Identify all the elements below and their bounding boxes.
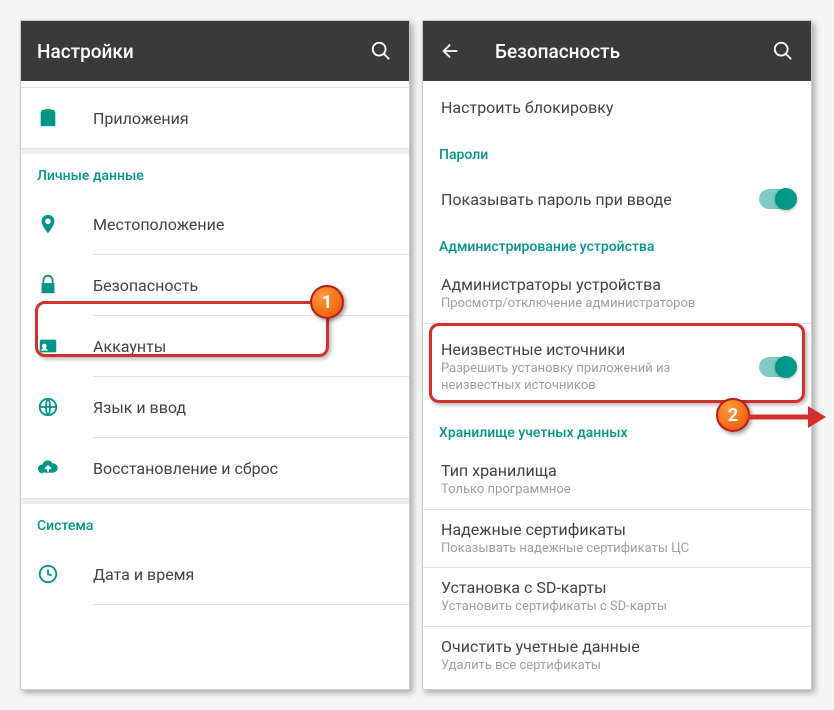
section-admin: Администрирование устройства [423,225,811,265]
globe-icon [37,396,93,418]
section-personal-data: Личные данные [21,154,409,194]
settings-item-backup[interactable]: Восстановление и сброс [21,438,409,498]
item-device-admins[interactable]: Администраторы устройства Просмотр/отклю… [423,265,811,323]
section-credentials: Хранилище учетных данных [423,411,811,451]
settings-item-security[interactable]: Безопасность [21,255,409,315]
unknown-sources-toggle[interactable] [759,357,795,377]
appbar: Настройки [21,21,409,81]
item-unknown-sources[interactable]: Неизвестные источники Разрешить установк… [423,324,811,411]
security-screen: Безопасность Настроить блокировку Пароли… [422,20,812,690]
settings-item-apps[interactable]: Приложения [21,88,409,148]
item-install-sd[interactable]: Установка с SD-карты Установить сертифик… [423,568,811,626]
item-show-password[interactable]: Показывать пароль при вводе [423,173,811,225]
show-password-toggle[interactable] [759,189,795,209]
appbar-title: Настройки [37,40,369,63]
back-icon[interactable] [439,39,463,63]
appbar-title: Безопасность [495,40,771,63]
item-storage-type[interactable]: Тип хранилища Только программное [423,451,811,509]
section-passwords: Пароли [423,133,811,173]
clock-icon [37,563,93,585]
backup-icon [37,457,93,479]
settings-item-accounts[interactable]: Аккаунты [21,316,409,376]
item-clear-creds[interactable]: Очистить учетные данные Удалить все серт… [423,627,811,685]
section-system: Система [21,504,409,544]
search-icon[interactable] [369,39,393,63]
settings-item-language[interactable]: Язык и ввод [21,377,409,437]
item-trusted-certs[interactable]: Надежные сертификаты Показывать надежные… [423,510,811,568]
lock-icon [37,274,93,296]
location-icon [37,213,93,235]
apps-icon [37,107,93,129]
settings-item-datetime[interactable]: Дата и время [21,544,409,604]
settings-item-location[interactable]: Местоположение [21,194,409,254]
appbar: Безопасность [423,21,811,81]
item-configure-lock[interactable]: Настроить блокировку [423,81,811,133]
accounts-icon [37,335,93,357]
settings-screen: Настройки Приложения Личные данные Место… [20,20,410,690]
search-icon[interactable] [771,39,795,63]
